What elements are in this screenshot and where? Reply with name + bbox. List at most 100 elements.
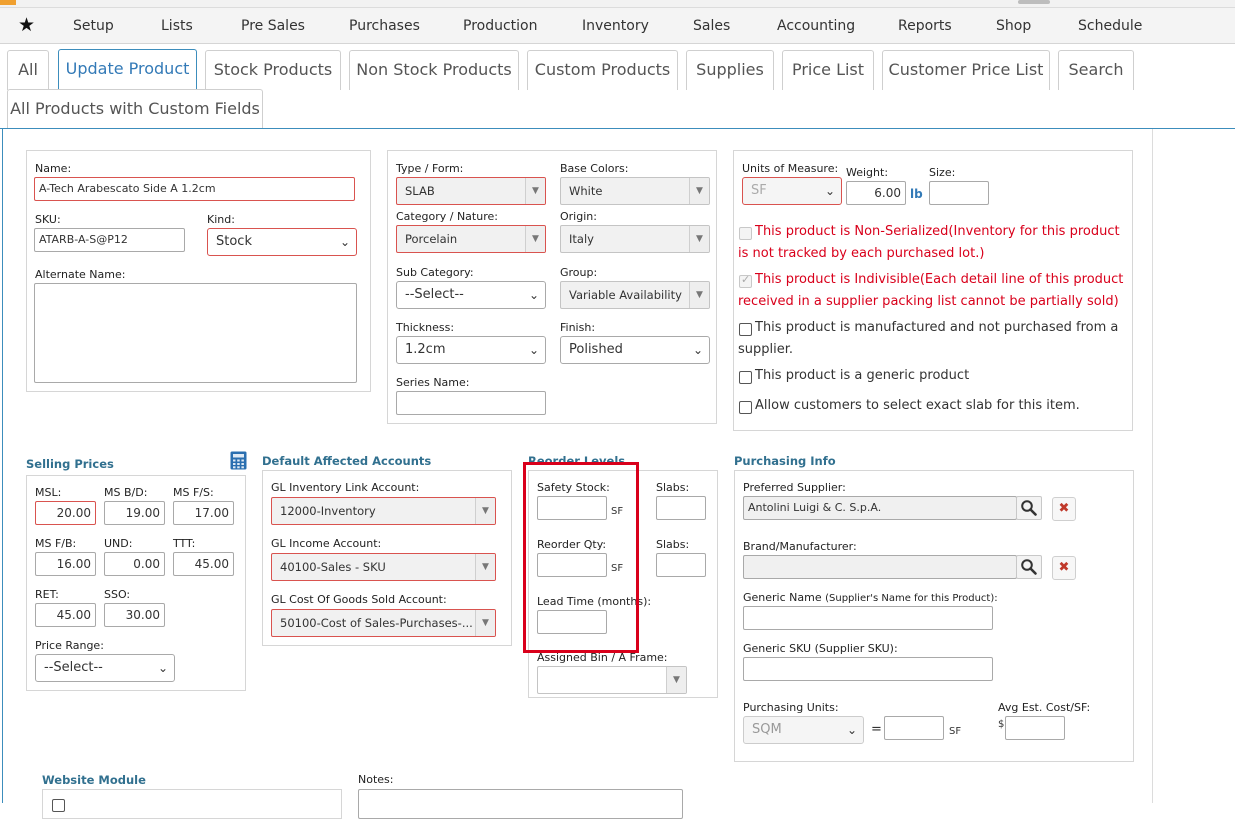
- tab-custom-products[interactable]: Custom Products: [527, 50, 678, 90]
- kind-select[interactable]: Stock ⌄: [207, 228, 357, 256]
- weight-label: Weight:: [846, 166, 889, 179]
- assigned-bin-select[interactable]: ▼: [537, 666, 687, 694]
- tab-price-list[interactable]: Price List: [782, 50, 874, 90]
- supplier-search-button[interactable]: [1016, 496, 1042, 520]
- non-serialized-text-2: is not tracked by each purchased lot.): [738, 246, 985, 261]
- msl-input[interactable]: 20.00: [35, 501, 96, 525]
- chevron-down-icon: ⌄: [528, 343, 539, 357]
- tab-customer-price-list[interactable]: Customer Price List: [882, 50, 1050, 90]
- sku-input[interactable]: ATARB-A-S@P12: [34, 228, 185, 252]
- size-input[interactable]: [929, 181, 989, 205]
- und-input[interactable]: 0.00: [104, 552, 165, 576]
- menu-pre-sales[interactable]: Pre Sales: [241, 18, 305, 34]
- ms-fb-input[interactable]: 16.00: [35, 552, 96, 576]
- thickness-label: Thickness:: [396, 321, 455, 334]
- sub-category-select[interactable]: --Select-- ⌄: [396, 281, 546, 309]
- manufactured-text: This product is manufactured and not pur…: [755, 320, 1119, 335]
- content-right-border: [1152, 129, 1153, 803]
- finish-select[interactable]: Polished ⌄: [560, 336, 710, 364]
- preferred-supplier-input[interactable]: Antolini Luigi & C. S.p.A.: [743, 496, 1017, 520]
- generic-product-checkbox[interactable]: [739, 371, 752, 384]
- non-serialized-checkbox[interactable]: [739, 227, 752, 240]
- tab-all[interactable]: All: [7, 50, 49, 90]
- menu-lists[interactable]: Lists: [161, 18, 193, 34]
- gl-income-label: GL Income Account:: [271, 537, 382, 550]
- manufactured-text-2: supplier.: [738, 342, 794, 357]
- menu-schedule[interactable]: Schedule: [1078, 18, 1142, 34]
- avg-cost-input[interactable]: [1005, 716, 1065, 740]
- category-select[interactable]: Porcelain ▼: [396, 225, 546, 253]
- chevron-down-icon: ⌄: [157, 661, 168, 675]
- chevron-down-icon: ⌄: [339, 235, 350, 249]
- safety-slabs-input[interactable]: [656, 496, 706, 520]
- brand-clear-button[interactable]: ✖: [1052, 556, 1076, 580]
- website-module-panel: [42, 789, 342, 819]
- ret-label: RET:: [35, 588, 59, 601]
- tab-update-product[interactable]: Update Product: [58, 49, 197, 90]
- category-label: Category / Nature:: [396, 210, 498, 223]
- type-form-select[interactable]: SLAB ▼: [396, 177, 546, 205]
- name-input[interactable]: A-Tech Arabescato Side A 1.2cm: [34, 177, 355, 201]
- reorder-slabs-input[interactable]: [656, 553, 706, 577]
- manufactured-checkbox[interactable]: [739, 323, 752, 336]
- ttt-input[interactable]: 45.00: [173, 552, 234, 576]
- tab-stock-products[interactable]: Stock Products: [205, 50, 341, 90]
- menu-setup[interactable]: Setup: [73, 18, 114, 34]
- tab-supplies[interactable]: Supplies: [686, 50, 774, 90]
- favorites-star-icon[interactable]: ★: [18, 14, 35, 36]
- menu-reports[interactable]: Reports: [898, 18, 952, 34]
- menu-purchases[interactable]: Purchases: [349, 18, 420, 34]
- menu-production[interactable]: Production: [463, 18, 537, 34]
- ms-fs-label: MS F/S:: [173, 486, 214, 499]
- scroll-indicator: [1018, 0, 1050, 4]
- menu-inventory[interactable]: Inventory: [582, 18, 649, 34]
- series-name-input[interactable]: [396, 391, 546, 415]
- origin-label: Origin:: [560, 210, 597, 223]
- supplier-clear-button[interactable]: ✖: [1052, 497, 1076, 521]
- tab-all-products-custom-fields[interactable]: All Products with Custom Fields: [7, 89, 263, 129]
- sub-category-value: --Select--: [405, 287, 464, 302]
- ms-fs-input[interactable]: 17.00: [173, 501, 234, 525]
- menu-accounting[interactable]: Accounting: [777, 18, 855, 34]
- gl-income-select[interactable]: 40100-Sales - SKU ▼: [271, 553, 496, 581]
- menu-shop[interactable]: Shop: [996, 18, 1031, 34]
- alternate-name-textarea[interactable]: [34, 283, 357, 383]
- units-of-measure-select[interactable]: SF ⌄: [742, 177, 842, 205]
- generic-name-label-text: Generic Name: [743, 591, 822, 604]
- generic-sku-input[interactable]: [743, 657, 993, 681]
- dropdown-arrow-icon: ▼: [525, 226, 545, 252]
- origin-select[interactable]: Italy ▼: [560, 225, 710, 253]
- generic-name-input[interactable]: [743, 606, 993, 630]
- units-conversion-input[interactable]: [884, 716, 944, 740]
- purchasing-units-value: SQM: [752, 722, 782, 737]
- purchasing-units-select[interactable]: SQM ⌄: [743, 716, 864, 744]
- ret-input[interactable]: 45.00: [35, 603, 96, 627]
- thickness-select[interactable]: 1.2cm ⌄: [396, 336, 546, 364]
- category-value: Porcelain: [405, 232, 458, 246]
- exact-slab-text: Allow customers to select exact slab for…: [755, 398, 1080, 413]
- tab-non-stock-products[interactable]: Non Stock Products: [349, 50, 519, 90]
- base-colors-select[interactable]: White ▼: [560, 177, 710, 205]
- price-range-select[interactable]: --Select-- ⌄: [35, 654, 175, 682]
- dropdown-arrow-icon: ▼: [475, 554, 495, 580]
- calculator-icon[interactable]: [230, 451, 247, 470]
- sso-input[interactable]: 30.00: [104, 603, 165, 627]
- weight-input[interactable]: 6.00: [846, 181, 906, 205]
- search-icon: [1021, 559, 1037, 575]
- indivisible-checkbox[interactable]: [739, 273, 752, 288]
- exact-slab-checkbox[interactable]: [739, 401, 752, 414]
- units-of-measure-value: SF: [751, 183, 767, 198]
- tab-search[interactable]: Search: [1058, 50, 1134, 90]
- gl-cogs-select[interactable]: 50100-Cost of Sales-Purchases-... ▼: [271, 609, 496, 637]
- search-icon: [1021, 500, 1037, 516]
- ms-bd-input[interactable]: 19.00: [104, 501, 165, 525]
- dropdown-arrow-icon: ▼: [689, 226, 709, 252]
- group-select[interactable]: Variable Availability ▼: [560, 281, 710, 309]
- gl-inventory-select[interactable]: 12000-Inventory ▼: [271, 497, 496, 525]
- brand-search-button[interactable]: [1016, 555, 1042, 579]
- menu-sales[interactable]: Sales: [693, 18, 730, 34]
- notes-textarea[interactable]: [358, 789, 683, 819]
- brand-input[interactable]: [743, 555, 1017, 579]
- website-checkbox[interactable]: [52, 799, 65, 812]
- kind-value: Stock: [216, 234, 252, 249]
